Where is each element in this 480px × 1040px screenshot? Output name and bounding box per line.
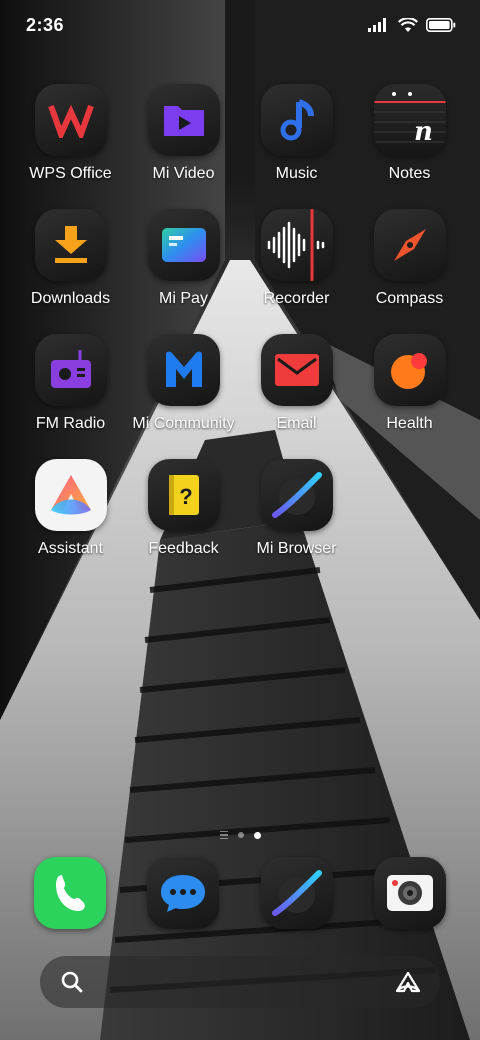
app-label: Mi Browser — [256, 540, 337, 557]
app-label: Mi Pay — [159, 290, 208, 307]
app-label: Compass — [375, 290, 444, 307]
dock-phone[interactable] — [34, 857, 106, 929]
app-label: Assistant — [38, 540, 103, 557]
app-label: Downloads — [30, 290, 111, 307]
app-compass[interactable]: Compass — [353, 209, 466, 329]
recorder-icon — [260, 209, 333, 281]
app-recorder[interactable]: Recorder — [240, 209, 353, 329]
music-icon — [260, 84, 333, 156]
app-label: Mi Community — [132, 415, 235, 432]
app-music[interactable]: Music — [240, 84, 353, 204]
app-email[interactable]: Email — [240, 334, 353, 454]
app-label: Email — [276, 415, 317, 432]
notes-icon: n — [373, 84, 446, 156]
fm-radio-icon — [34, 334, 107, 406]
page-dot — [237, 832, 244, 838]
clock: 2:36 — [26, 14, 65, 35]
dock-camera[interactable] — [374, 857, 446, 929]
app-mi-video[interactable]: Mi Video — [127, 84, 240, 204]
mi-pay-icon — [147, 209, 220, 281]
battery-icon — [426, 18, 456, 32]
email-icon — [260, 334, 333, 406]
app-label: WPS Office — [29, 165, 112, 182]
health-icon — [373, 334, 446, 406]
app-label: Music — [275, 165, 318, 182]
app-label: Recorder — [263, 290, 330, 307]
assistant-icon[interactable] — [394, 970, 422, 994]
mi-video-icon — [147, 84, 220, 156]
list-page-icon — [219, 830, 228, 840]
wps-office-icon — [34, 84, 107, 156]
search-icon[interactable] — [60, 970, 84, 994]
messages-icon — [161, 875, 205, 912]
app-label: Notes — [388, 165, 431, 182]
signal-icon — [368, 18, 386, 32]
app-mi-browser[interactable]: Mi Browser — [240, 459, 353, 579]
phone-icon — [56, 875, 85, 911]
status-bar: 2:36 — [0, 0, 480, 50]
svg-text:?: ? — [179, 484, 192, 509]
app-fm-radio[interactable]: FM Radio — [14, 334, 127, 454]
assistant-icon — [34, 459, 107, 531]
app-mi-community[interactable]: Mi Community — [127, 334, 240, 454]
app-wps-office[interactable]: WPS Office — [14, 84, 127, 204]
feedback-icon: ? — [147, 459, 220, 531]
app-feedback[interactable]: ? Feedback — [127, 459, 240, 579]
app-label: Mi Video — [152, 165, 215, 182]
dock-browser[interactable] — [261, 857, 333, 929]
compass-icon — [373, 209, 446, 281]
app-downloads[interactable]: Downloads — [14, 209, 127, 329]
app-label: Health — [386, 415, 433, 432]
downloads-icon — [34, 209, 107, 281]
app-notes[interactable]: n Notes — [353, 84, 466, 204]
search-bar[interactable] — [40, 956, 440, 1008]
status-icons — [368, 17, 456, 33]
app-label: Feedback — [148, 540, 219, 557]
mi-community-icon — [147, 334, 220, 406]
app-label: FM Radio — [35, 415, 106, 432]
dock-messages[interactable] — [147, 857, 219, 929]
page-dot-active — [253, 831, 261, 839]
app-mi-pay[interactable]: Mi Pay — [127, 209, 240, 329]
camera-icon — [387, 875, 433, 911]
app-health[interactable]: Health — [353, 334, 466, 454]
svg-text:n: n — [414, 117, 433, 147]
wifi-icon — [398, 17, 418, 32]
page-indicator[interactable] — [0, 829, 480, 841]
app-assistant[interactable]: Assistant — [14, 459, 127, 579]
browser-icon — [272, 870, 322, 916]
mi-browser-icon — [260, 459, 333, 531]
